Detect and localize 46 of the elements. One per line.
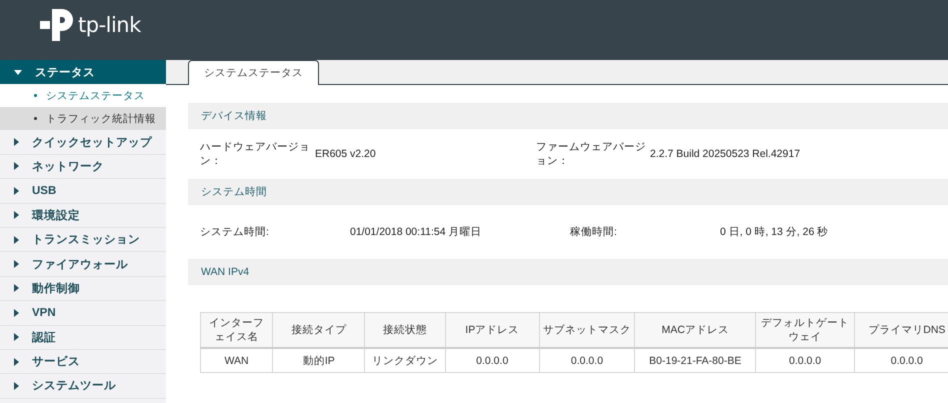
caret-right-icon — [14, 236, 19, 244]
logo-text: tp-link — [78, 13, 141, 37]
column-header: IPアドレス — [445, 312, 540, 348]
column-header: 接続タイプ — [272, 312, 365, 348]
logo-icon — [38, 7, 74, 43]
field-value: 2.2.7 Build 20250523 Rel.42917 — [650, 148, 802, 160]
tab[interactable]: システムステータス — [188, 60, 319, 85]
sidebar-item[interactable]: ステータス — [0, 60, 166, 84]
caret-right-icon — [14, 138, 19, 146]
field-label: ハードウェアバージョン： — [200, 140, 311, 168]
section-header: デバイス情報 — [188, 103, 948, 129]
table-cell: 動的IP — [272, 348, 365, 372]
section-header: WAN IPv4 — [188, 259, 948, 285]
caret-right-icon — [14, 308, 19, 317]
table-cell: B0-19-21-FA-80-BE — [634, 348, 756, 372]
caret-right-icon — [14, 211, 19, 220]
sidebar-subitem[interactable]: システムステータス — [0, 84, 166, 108]
field-label: ファームウェアバージョン： — [536, 140, 647, 168]
caret-right-icon — [14, 382, 19, 390]
table-cell: WAN — [200, 348, 273, 372]
column-header: デフォルトゲートウェイ — [756, 312, 854, 348]
field-value: 01/01/2018 00:11:54 月曜日 — [350, 225, 482, 239]
caret-right-icon — [14, 186, 19, 195]
column-header: プライマリDNS — [854, 312, 948, 348]
table-cell: 0.0.0.0 — [756, 348, 854, 372]
bullet-icon — [34, 117, 37, 120]
caret-right-icon — [14, 284, 19, 292]
column-header: 接続状態 — [364, 312, 446, 348]
field-value: ER605 v2.20 — [315, 148, 377, 160]
caret-down-icon — [14, 70, 22, 75]
column-header: インターフェイス名 — [200, 312, 273, 348]
field-label: 稼働時間: — [570, 225, 618, 239]
caret-right-icon — [14, 260, 19, 268]
column-header: MACアドレス — [634, 312, 756, 348]
field-value: 0 日, 0 時, 13 分, 26 秒 — [720, 225, 830, 239]
table-cell: リンクダウン — [364, 348, 446, 372]
table-cell: 0.0.0.0 — [539, 348, 635, 372]
field-label: システム時間: — [200, 225, 270, 239]
caret-right-icon — [14, 162, 19, 170]
bullet-icon — [34, 94, 37, 98]
sidebar-subitem[interactable]: トラフィック統計情報 — [0, 107, 166, 130]
table-cell: 0.0.0.0 — [445, 348, 540, 372]
caret-right-icon — [14, 333, 19, 342]
caret-right-icon — [14, 358, 19, 366]
column-header: サブネットマスク — [539, 312, 635, 348]
section-header: システム時間 — [188, 179, 948, 205]
